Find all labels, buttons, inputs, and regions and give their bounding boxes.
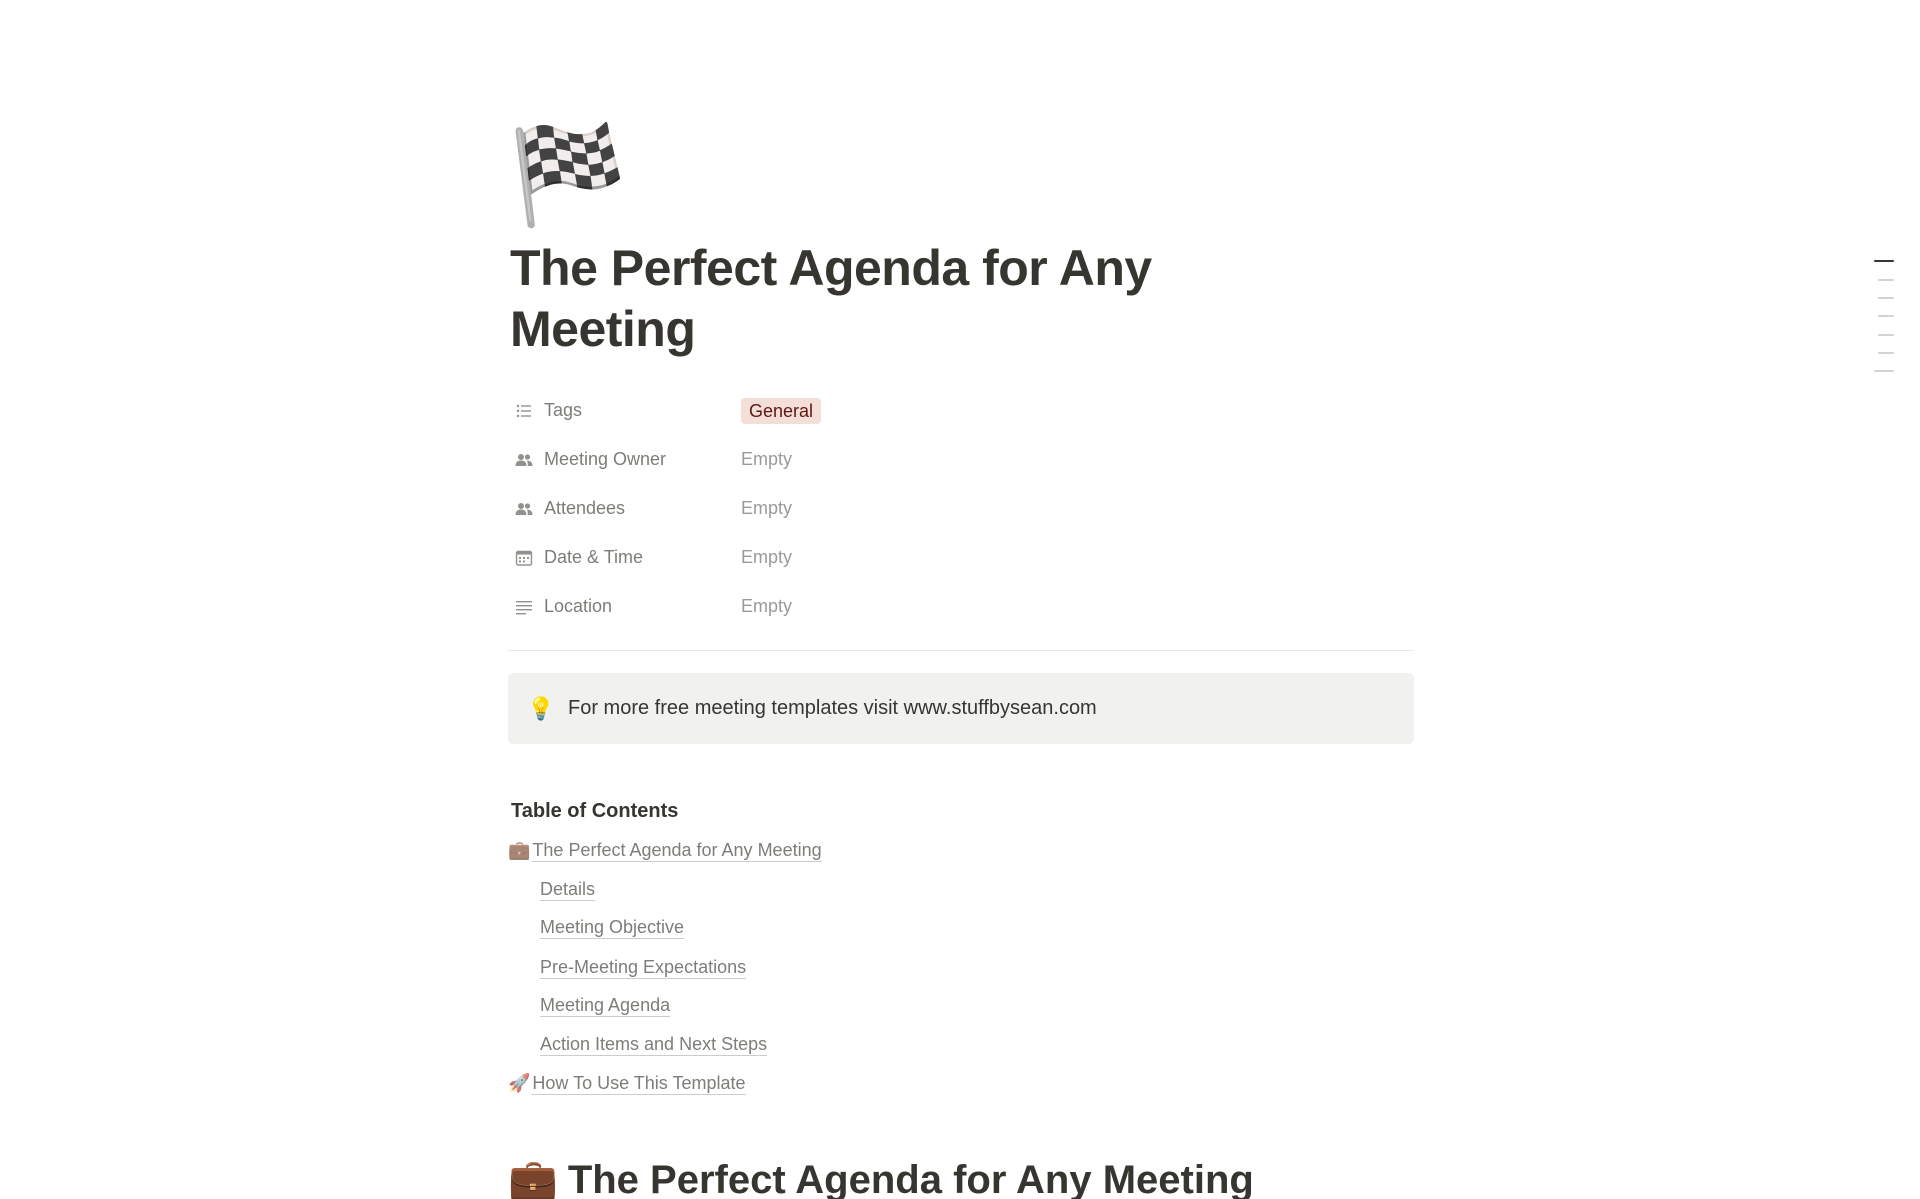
outline-marker[interactable] (1878, 315, 1894, 317)
toc-item-meeting-objective[interactable]: Meeting Objective (540, 917, 685, 939)
property-value-date-time[interactable]: Empty (733, 541, 1414, 575)
property-value-tags[interactable]: General (733, 394, 1414, 428)
briefcase-icon: 💼 (508, 840, 531, 860)
rocket-icon: 🚀 (508, 1073, 531, 1093)
notion-page: 🏁 The Perfect Agenda for Any Meeting Tag… (0, 0, 1920, 1199)
property-label-tags[interactable]: Tags (508, 394, 733, 428)
outline-marker[interactable] (1874, 370, 1894, 372)
toc-item-perfect-agenda[interactable]: 💼 The Perfect Agenda for Any Meeting (508, 840, 822, 862)
properties-list: Tags General Meeting Owner Empty Attende… (508, 386, 1414, 631)
page-title[interactable]: The Perfect Agenda for Any Meeting (510, 238, 1290, 360)
checkered-flag-icon[interactable]: 🏁 (508, 128, 628, 228)
property-label-text: Attendees (544, 498, 626, 518)
property-label-text: Meeting Owner (544, 449, 667, 469)
toc-item-details[interactable]: Details (540, 879, 596, 901)
properties-divider (508, 650, 1414, 651)
lightbulb-icon[interactable]: 💡 (526, 696, 556, 722)
property-date-time: Date & Time Empty (508, 533, 1414, 582)
outline-marker-active[interactable] (1874, 260, 1894, 262)
toc-link: Action Items and Next Steps (540, 1034, 768, 1056)
property-label-location[interactable]: Location (508, 590, 733, 624)
property-value-attendees[interactable]: Empty (733, 492, 1414, 526)
people-icon (514, 450, 534, 470)
toc-item-how-to-use[interactable]: 🚀 How To Use This Template (508, 1073, 746, 1095)
property-label-text: Location (544, 596, 613, 616)
property-value-location[interactable]: Empty (733, 590, 1414, 624)
toc-link: Details (540, 879, 596, 901)
people-icon (514, 499, 534, 519)
property-meeting-owner: Meeting Owner Empty (508, 435, 1414, 484)
property-label-meeting-owner[interactable]: Meeting Owner (508, 443, 733, 477)
outline-marker[interactable] (1878, 352, 1894, 354)
toc-item-meeting-agenda[interactable]: Meeting Agenda (540, 995, 671, 1017)
toc-item-pre-meeting-expectations[interactable]: Pre-Meeting Expectations (540, 957, 747, 979)
callout-block[interactable]: 💡 For more free meeting templates visit … (508, 673, 1414, 744)
property-label-text: Date & Time (544, 547, 644, 567)
outline-marker[interactable] (1878, 279, 1894, 281)
text-lines-icon (514, 597, 534, 617)
list-icon (514, 401, 534, 421)
property-attendees: Attendees Empty (508, 484, 1414, 533)
toc-link: Pre-Meeting Expectations (540, 957, 747, 979)
toc-link: Meeting Objective (540, 917, 685, 939)
property-value-meeting-owner[interactable]: Empty (733, 443, 1414, 477)
toc-link: How To Use This Template (532, 1073, 746, 1095)
property-label-text: Tags (544, 400, 583, 420)
property-location: Location Empty (508, 582, 1414, 631)
outline-marker[interactable] (1878, 334, 1894, 336)
toc-heading: Table of Contents (511, 800, 679, 822)
toc-link: Meeting Agenda (540, 995, 671, 1017)
outline-marker[interactable] (1878, 297, 1894, 299)
toc-link: The Perfect Agenda for Any Meeting (532, 840, 822, 862)
section-heading[interactable]: 💼 The Perfect Agenda for Any Meeting (508, 1153, 1254, 1199)
property-tags: Tags General (508, 386, 1414, 435)
property-label-attendees[interactable]: Attendees (508, 492, 733, 526)
calendar-icon (514, 548, 534, 568)
briefcase-icon: 💼 (508, 1158, 558, 1199)
callout-text[interactable]: For more free meeting templates visit ww… (568, 697, 1097, 720)
tag-badge: General (741, 397, 822, 424)
toc-item-action-items[interactable]: Action Items and Next Steps (540, 1034, 768, 1056)
property-label-date-time[interactable]: Date & Time (508, 541, 733, 575)
section-heading-text: The Perfect Agenda for Any Meeting (567, 1158, 1254, 1199)
